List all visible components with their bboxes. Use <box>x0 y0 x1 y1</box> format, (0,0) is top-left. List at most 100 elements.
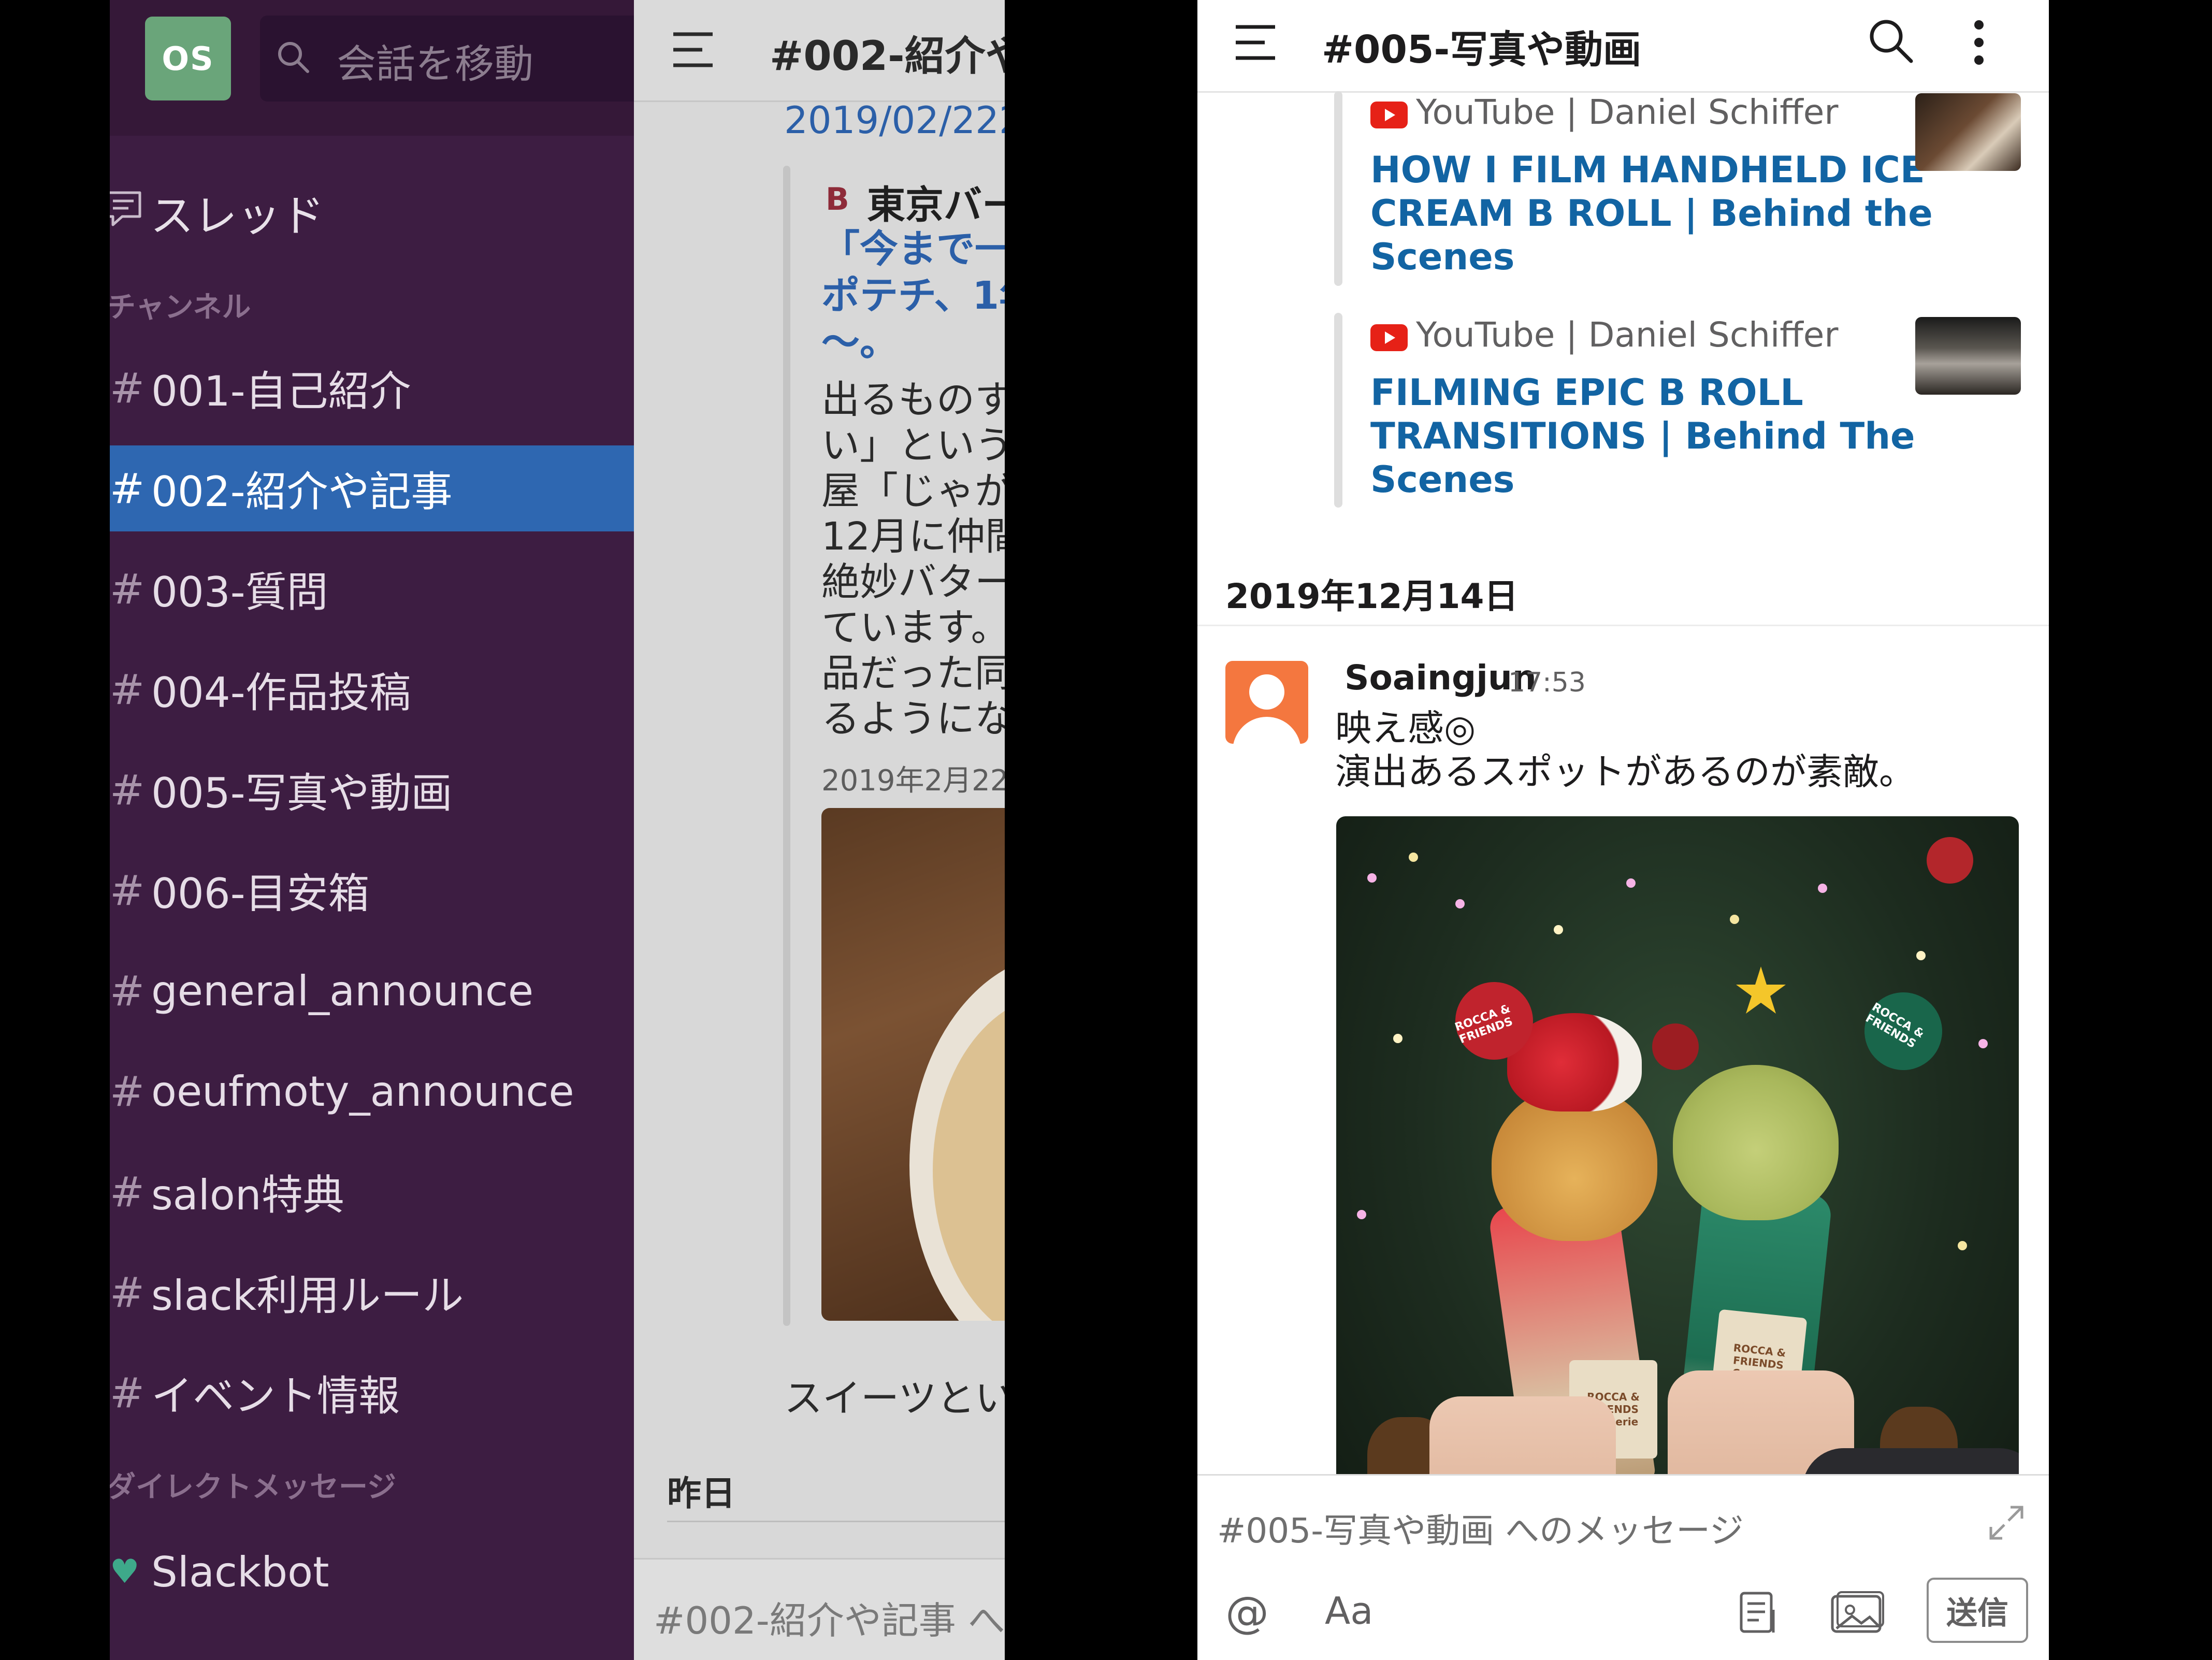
format-button[interactable]: Aa <box>1325 1589 1373 1633</box>
body-line: るようにな <box>821 697 1005 741</box>
mention-button[interactable]: @ <box>1225 1587 1269 1638</box>
day-divider: 昨日 <box>667 1474 735 1513</box>
sidebar: OS 会話を移動 スレッド チャンネル #001-自己紹介 #002-紹介や記事 #… <box>110 0 634 1660</box>
attachment-title-link[interactable]: FILMING EPIC B ROLL TRANSITIONS | Behind… <box>1370 371 1915 501</box>
divider <box>667 1521 1005 1522</box>
play-icon <box>1385 331 1395 344</box>
channel-hash-icon: # <box>110 665 145 714</box>
sidebar-item-channel[interactable]: #002-紹介や記事 <box>110 445 634 531</box>
sidebar-item-slackbot[interactable]: ♥ Slackbot <box>110 1529 634 1615</box>
body-line: 出るものす <box>821 378 1005 422</box>
attachment-date: 2019年2月22 <box>821 764 1005 798</box>
channel-hash-icon: # <box>110 464 145 513</box>
sidebar-item-channel[interactable]: #003-質問 <box>110 546 634 632</box>
star-decoration-shape <box>1736 966 1786 1014</box>
sidebar-item-channel[interactable]: # salon特典 <box>110 1149 634 1235</box>
video-thumbnail[interactable] <box>1915 93 2021 171</box>
channel-hash-icon: # <box>110 364 145 412</box>
body-line: 品だった同 <box>821 651 1005 696</box>
channel-name: 002-紹介や記事 <box>151 468 453 516</box>
send-button[interactable]: 送信 <box>1927 1578 2028 1643</box>
bokeh-light <box>1916 951 1926 960</box>
bokeh-light <box>1455 899 1465 908</box>
attachment-title-link[interactable]: HOW I FILM HANDHELD ICE CREAM B ROLL | B… <box>1370 148 1933 279</box>
channel-hash-icon: # <box>110 866 145 915</box>
left-screen: OS 会話を移動 スレッド チャンネル #001-自己紹介 #002-紹介や記事 #… <box>110 0 1005 1660</box>
crepe-top-shape <box>1673 1065 1839 1220</box>
attachment-title-line: 〜。 <box>821 320 898 365</box>
attachment-title-line: 「今まで一 <box>821 227 1005 271</box>
search-icon[interactable] <box>1866 16 1915 65</box>
body-line: い」という <box>821 423 1005 468</box>
sidebar-item-channel[interactable]: # イベント情報 <box>110 1350 634 1436</box>
workspace-avatar[interactable]: OS <box>145 17 231 100</box>
bokeh-light <box>1958 1241 1967 1250</box>
sidebar-item-channel[interactable]: #004-作品投稿 <box>110 646 634 732</box>
avatar-body-shape <box>1233 717 1301 744</box>
attachment-title-link[interactable]: 「今まで一 ポテチ、1年 〜。 <box>821 226 1005 366</box>
title-line: FILMING EPIC B ROLL <box>1370 371 1803 414</box>
dm-name: Slackbot <box>151 1548 329 1596</box>
menu-icon[interactable] <box>1234 23 1277 62</box>
channel-hash-icon: # <box>110 1067 145 1116</box>
sidebar-item-channel[interactable]: # oeufmoty_announce <box>110 1048 634 1134</box>
search-icon <box>278 42 309 73</box>
sidebar-item-channel[interactable]: #006-目安箱 <box>110 847 634 933</box>
channel-name: oeufmoty_announce <box>151 1067 574 1116</box>
attachment-image[interactable] <box>821 808 1005 1321</box>
bokeh-light <box>1357 1210 1366 1219</box>
expand-icon[interactable] <box>1986 1502 2027 1543</box>
attach-icon[interactable] <box>1736 1589 1783 1636</box>
attachment-source: YouTube | Daniel Schiffer <box>1416 92 1839 132</box>
sidebar-item-channel[interactable]: # general_announce <box>110 948 634 1034</box>
attachment-source: YouTube | Daniel Schiffer <box>1416 315 1839 355</box>
channel-hash-icon: # <box>110 966 145 1015</box>
bokeh-light <box>1730 915 1739 924</box>
channel-hash-icon: # <box>110 1167 145 1216</box>
title-line: TRANSITIONS | Behind The <box>1370 415 1915 457</box>
channel-hash-icon: # <box>110 766 145 814</box>
message-image[interactable]: ROCCA & FRIENDS ROCCA & FRIENDS Creperie… <box>1336 816 2019 1583</box>
message-line: 演出あるスポットがあるのが素敵。 <box>1335 750 1915 793</box>
title-line: Scenes <box>1370 236 1515 278</box>
message-text: スイーツとい <box>784 1376 1005 1421</box>
channel-name: general_announce <box>151 966 534 1015</box>
divider <box>1197 625 2049 626</box>
dm-section-header[interactable]: ダイレクトメッセージ <box>110 1464 396 1506</box>
message-input[interactable]: #005-写真や動画 へのメッセージ <box>1217 1503 1744 1553</box>
sidebar-item-threads[interactable]: スレッド <box>150 181 324 244</box>
channel-name: 005-写真や動画 <box>151 769 453 817</box>
menu-icon[interactable] <box>671 30 715 69</box>
sidebar-item-channel[interactable]: #005-写真や動画 <box>110 747 634 833</box>
sidebar-item-channel[interactable]: # slack利用ルール <box>110 1249 634 1335</box>
message-link[interactable]: 2019/02/222 <box>784 98 1005 142</box>
body-line: ています。 <box>821 605 1005 650</box>
ornament-shape <box>1652 1023 1699 1070</box>
title-line: Scenes <box>1370 458 1515 501</box>
channels-section-header[interactable]: チャンネル <box>110 284 251 326</box>
site-favicon-icon: B <box>826 181 849 218</box>
bokeh-light <box>1978 1039 1988 1048</box>
thread-icon <box>110 191 141 226</box>
channel-title: #002-紹介や記 <box>770 33 1005 80</box>
channel-name: 006-目安箱 <box>151 870 370 918</box>
bokeh-light <box>1554 925 1563 934</box>
channel-name: 003-質問 <box>151 568 328 616</box>
channel-title: #005-写真や動画 <box>1322 27 1642 72</box>
video-thumbnail[interactable] <box>1915 317 2021 395</box>
channel-hash-icon: # <box>110 565 145 613</box>
ornament-shape <box>1927 837 1973 884</box>
sidebar-item-channel[interactable]: #001-自己紹介 <box>110 345 634 431</box>
attachment-source: 東京バー <box>867 183 1005 227</box>
attachment-bar <box>783 166 790 1326</box>
more-vertical-icon[interactable] <box>1971 19 1987 66</box>
message-line: 映え感◎ <box>1335 707 1476 749</box>
avatar[interactable] <box>1225 661 1308 744</box>
brand-sticker: ROCCA & FRIENDS <box>1850 978 1957 1085</box>
photo-icon[interactable] <box>1829 1589 1886 1636</box>
bokeh-light <box>1626 878 1636 888</box>
attachment-title-line: ポテチ、1年 <box>821 273 1005 318</box>
body-line: 屋「じゃが <box>821 469 1005 513</box>
body-line: 12月に仲間 <box>821 514 1005 559</box>
youtube-icon <box>1370 102 1408 128</box>
